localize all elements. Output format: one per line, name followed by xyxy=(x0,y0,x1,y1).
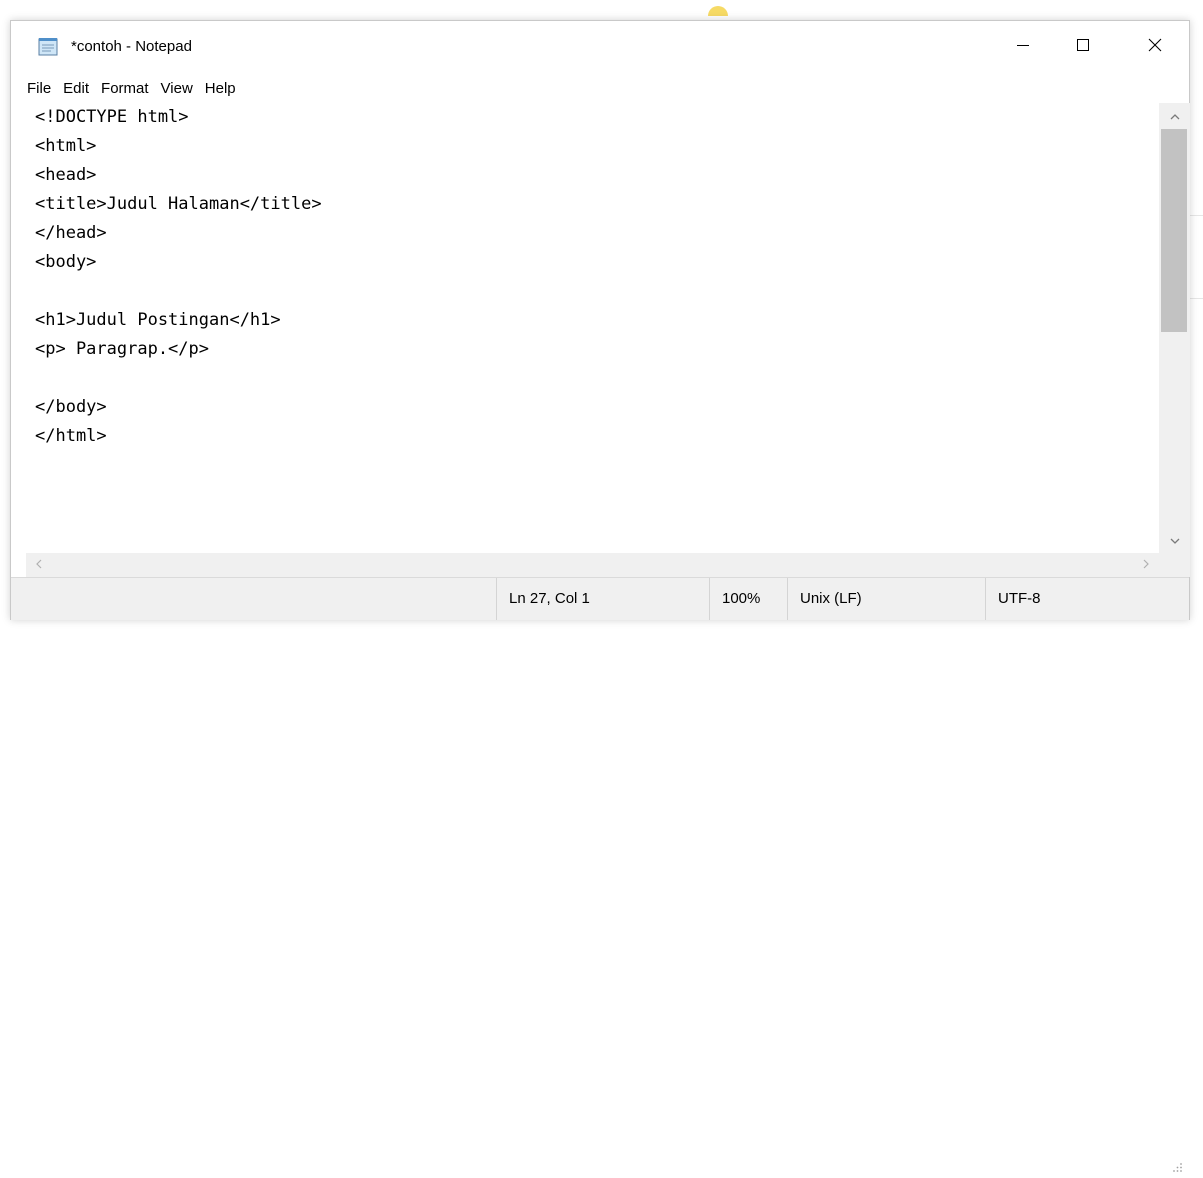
chevron-right-icon xyxy=(1143,556,1149,574)
vertical-scroll-thumb[interactable] xyxy=(1161,129,1187,332)
title-bar[interactable]: *contoh - Notepad xyxy=(11,21,1189,73)
menu-view[interactable]: View xyxy=(161,80,193,97)
maximize-icon xyxy=(1076,38,1090,57)
chevron-up-icon xyxy=(1170,107,1180,125)
close-icon xyxy=(1148,38,1162,57)
status-line-ending: Unix (LF) xyxy=(787,578,985,620)
notepad-icon[interactable] xyxy=(38,37,59,56)
chevron-left-icon xyxy=(36,556,42,574)
notepad-window: *contoh - Notepad File Edit Format View … xyxy=(10,20,1190,1172)
scroll-down-button[interactable] xyxy=(1159,527,1190,553)
menu-format[interactable]: Format xyxy=(101,80,149,97)
status-cursor-position: Ln 27, Col 1 xyxy=(496,578,709,620)
status-bar: Ln 27, Col 1 100% Unix (LF) UTF-8 xyxy=(11,577,1189,1172)
scroll-up-button[interactable] xyxy=(1159,103,1190,129)
editor-line: <html> xyxy=(35,136,97,156)
background-window-edge xyxy=(1188,215,1203,299)
editor-line: <body> xyxy=(35,252,97,272)
menu-edit[interactable]: Edit xyxy=(63,80,89,97)
menu-file[interactable]: File xyxy=(27,80,51,97)
minimize-button[interactable] xyxy=(993,21,1053,73)
status-encoding: UTF-8 xyxy=(985,578,1160,620)
editor-line: <!DOCTYPE html> xyxy=(35,107,189,127)
editor-line: </html> xyxy=(35,426,107,446)
horizontal-scrollbar[interactable] xyxy=(26,553,1159,577)
window-title: *contoh - Notepad xyxy=(71,38,192,55)
close-button[interactable] xyxy=(1125,21,1185,73)
resize-grip-icon[interactable] xyxy=(1171,1160,1183,1172)
chevron-down-icon xyxy=(1170,531,1180,549)
maximize-button[interactable] xyxy=(1053,21,1113,73)
editor-line: </body> xyxy=(35,397,107,417)
editor-line: <h1>Judul Postingan</h1> xyxy=(35,310,281,330)
status-zoom: 100% xyxy=(709,578,787,620)
editor-line: <p> Paragrap.</p> xyxy=(35,339,209,359)
editor-line: <title>Judul Halaman</title> xyxy=(35,194,322,214)
editor-line: </head> xyxy=(35,223,107,243)
editor-line: <head> xyxy=(35,165,97,185)
text-editor[interactable]: <!DOCTYPE html> <html> <head> <title>Jud… xyxy=(26,103,1162,551)
scroll-right-button[interactable] xyxy=(1133,553,1159,577)
scrollbar-corner xyxy=(1159,553,1190,577)
scroll-left-button[interactable] xyxy=(26,553,52,577)
minimize-icon xyxy=(1016,38,1030,57)
vertical-scrollbar[interactable] xyxy=(1159,103,1190,553)
menu-bar: File Edit Format View Help xyxy=(11,73,1189,103)
menu-help[interactable]: Help xyxy=(205,80,236,97)
